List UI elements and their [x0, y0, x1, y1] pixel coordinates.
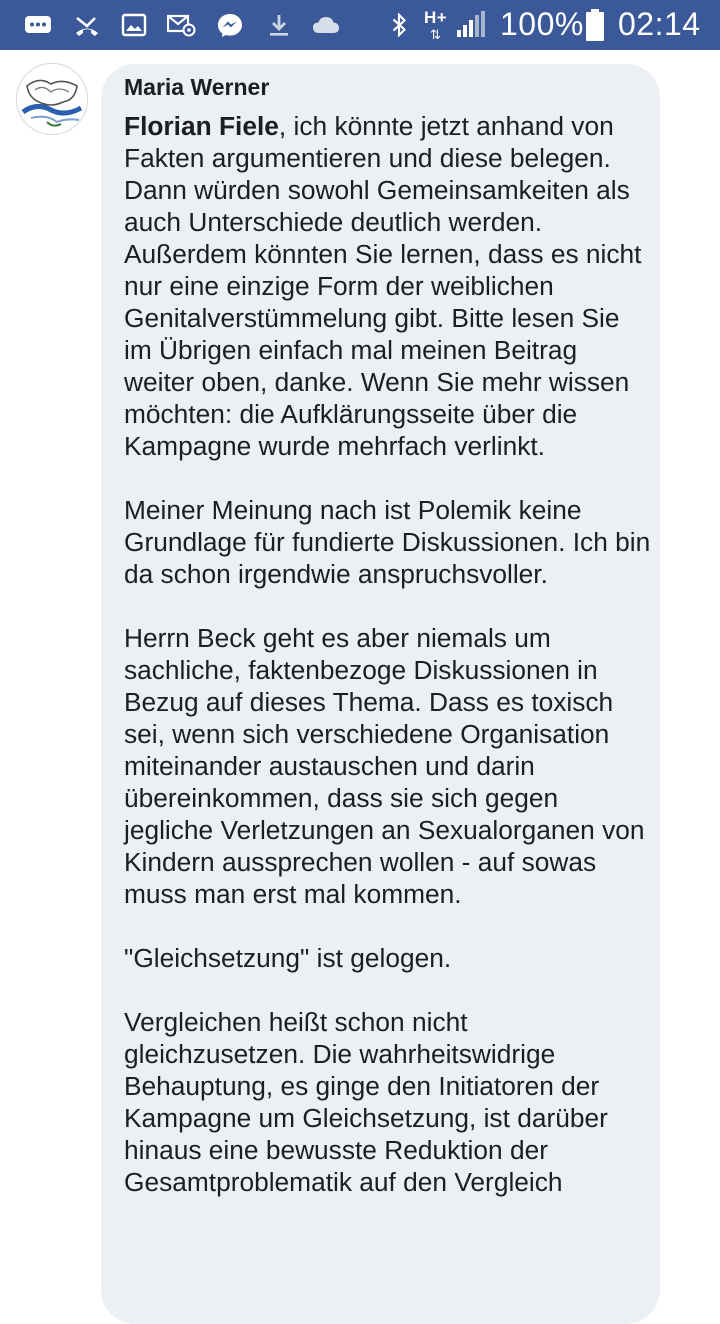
comment-paragraph: Florian Fiele, ich könnte jetzt anhand v…: [124, 110, 654, 462]
battery-icon: [586, 9, 604, 41]
battery-percent: 100%: [500, 6, 584, 42]
network-type: H+: [424, 8, 448, 27]
status-bar: H+ ⇅ 100% 02:14: [0, 0, 720, 50]
comment-paragraph: "Gleichsetzung" ist gelogen.: [124, 943, 452, 973]
email-icon: [167, 14, 196, 37]
download-icon: [270, 15, 288, 36]
messenger-icon: [218, 14, 242, 37]
data-arrows-icon: ⇅: [430, 27, 441, 42]
missed-call-icon: [76, 16, 98, 36]
signal-icon: [457, 11, 485, 37]
gallery-icon: [121, 13, 147, 37]
mention-link[interactable]: Florian Fiele: [124, 111, 279, 141]
bluetooth-icon: [392, 13, 407, 37]
comment-paragraph-text: , ich könnte jetzt anhand von Fakten arg…: [124, 111, 642, 461]
comment-text: Florian Fiele, ich könnte jetzt anhand v…: [124, 110, 654, 1230]
clock: 02:14: [618, 6, 701, 42]
comment-paragraph: Meiner Meinung nach ist Polemik keine Gr…: [124, 495, 651, 589]
comment-author[interactable]: Maria Werner: [124, 74, 269, 101]
messages-icon: [25, 16, 51, 33]
comment-paragraph: Herrn Beck geht es aber niemals um sachl…: [124, 623, 645, 909]
avatar-image: [17, 64, 87, 134]
cloud-icon: [313, 17, 339, 33]
comment-paragraph: Vergleichen heißt schon nicht gleichzuse…: [124, 1007, 608, 1197]
avatar[interactable]: [16, 63, 88, 135]
